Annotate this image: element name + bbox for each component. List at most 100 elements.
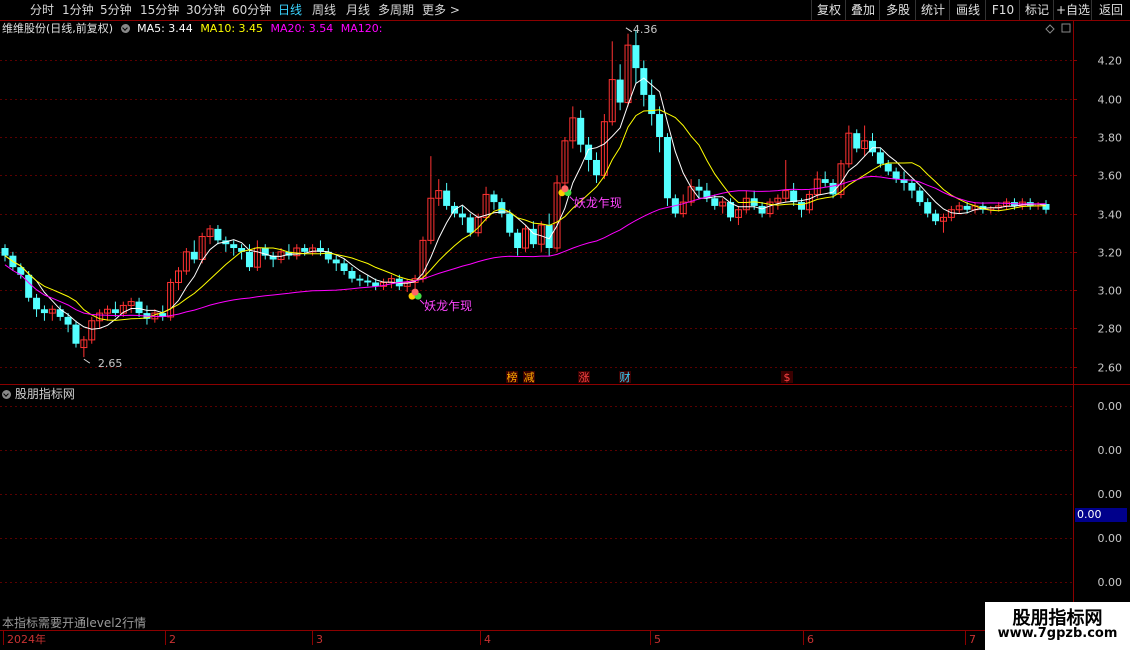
candle-body (198, 236, 206, 261)
period-tab-4[interactable]: 30分钟 (186, 2, 225, 18)
sub-y-tick-label: 0.00 (1098, 444, 1123, 457)
signal-arrow (569, 196, 575, 202)
toolbar-button-3[interactable]: 统计 (915, 0, 950, 20)
candle-body (632, 45, 640, 69)
period-tab-1[interactable]: 1分钟 (62, 2, 94, 18)
main-legend: 维维股份(日线,前复权) MA5: 3.44 MA10: 3.45 MA20: … (2, 22, 386, 36)
y-tick-label: 2.80 (1098, 323, 1123, 336)
candle-body (167, 281, 175, 318)
y-tick-label: 2.60 (1098, 362, 1123, 375)
candle-body (514, 232, 522, 249)
candle-body (813, 178, 821, 195)
candle-body (845, 132, 853, 165)
candle-body (395, 278, 403, 287)
period-tab-8[interactable]: 月线 (346, 2, 370, 18)
toolbar-button-6[interactable]: 标记 (1019, 0, 1054, 20)
toolbar-button-2[interactable]: 多股 (879, 0, 916, 20)
candle-body (545, 225, 553, 249)
candle-body (25, 274, 33, 298)
toolbar-button-8[interactable]: 返回 (1091, 0, 1130, 20)
candle-body (316, 248, 324, 252)
period-tab-5[interactable]: 60分钟 (232, 2, 271, 18)
candle-body (656, 114, 664, 138)
sub-y-tick-label: 0.00 (1098, 400, 1123, 413)
candle-body (466, 217, 474, 233)
period-tab-9[interactable]: 多周期 (378, 2, 414, 18)
candle-body (403, 281, 411, 287)
watermark-url: www.7gpzb.com (997, 626, 1118, 641)
candle-body (419, 239, 427, 280)
candle-body (285, 251, 293, 256)
period-tab-10[interactable]: 更多 > (422, 2, 460, 18)
candle-body (932, 213, 940, 222)
candle-body (955, 205, 963, 211)
dropdown-circle-icon[interactable] (120, 24, 130, 33)
candle-body (853, 133, 861, 149)
candle-body (1042, 204, 1050, 210)
signal-ball-icon (558, 189, 566, 197)
event-tag-bg (578, 371, 590, 383)
candle-body (64, 316, 72, 325)
y-tick-label: 3.00 (1098, 285, 1123, 298)
candle-body (261, 248, 269, 256)
toolbar-button-4[interactable]: 画线 (949, 0, 986, 20)
candle-body (782, 190, 790, 199)
candle-body (182, 251, 190, 272)
candle-body (324, 251, 332, 260)
scroll-box-icon (1061, 23, 1071, 33)
y-tick-label: 3.20 (1098, 247, 1123, 260)
high-pointer (625, 27, 633, 33)
candle-body (206, 228, 214, 238)
dropdown-circle-icon[interactable] (2, 390, 11, 399)
candle-body (474, 216, 482, 234)
ma20-value: MA20: 3.54 (270, 22, 334, 35)
candle-body (380, 281, 388, 287)
candle-body (1010, 202, 1018, 206)
period-tab-7[interactable]: 周线 (312, 2, 336, 18)
toolbar-button-7[interactable]: +自选 (1053, 0, 1092, 20)
event-tag: 财 (620, 370, 631, 384)
stock-title: 维维股份(日线,前复权) (2, 22, 114, 35)
sub-y-tick-label: 0.00 (1098, 532, 1123, 545)
signal-arrow (419, 299, 425, 305)
candle-body (1026, 202, 1034, 206)
period-tab-6[interactable]: 日线 (278, 2, 302, 18)
toolbar-button-0[interactable]: 复权 (811, 0, 846, 20)
candle-body (963, 205, 971, 210)
signal-ball-icon (564, 189, 572, 197)
candle-body (1003, 201, 1011, 207)
level2-notice: 本指标需要开通level2行情 (2, 616, 147, 630)
candle-body (498, 202, 506, 214)
candle-body (900, 179, 908, 183)
y-tick-label: 3.80 (1098, 132, 1123, 145)
candle-body (458, 213, 466, 218)
candlestick-chart[interactable]: 4.20 4.00 3.80 3.60 3.40 3.20 3.00 2.80 2.60 4.36… (0, 0, 1130, 650)
candle-body (971, 205, 979, 211)
candle-body (734, 209, 742, 218)
candle-body (80, 339, 88, 349)
candle-body (939, 216, 947, 222)
candle-body (561, 140, 569, 184)
candle-body (427, 197, 435, 241)
candle-body (837, 163, 845, 195)
toolbar-button-1[interactable]: 叠加 (845, 0, 880, 20)
y-tick-label: 4.20 (1098, 55, 1123, 68)
candle-body (947, 209, 955, 218)
candle-body (253, 247, 261, 268)
candle-body (585, 144, 593, 160)
candle-body (892, 171, 900, 180)
candle-body (687, 186, 695, 203)
candle-body (798, 202, 806, 210)
period-tab-3[interactable]: 15分钟 (140, 2, 179, 18)
candle-body (916, 190, 924, 203)
candle-body (293, 247, 301, 257)
candle-body (309, 247, 317, 253)
ma120-value: MA120: (340, 22, 383, 35)
candle-body (48, 308, 56, 314)
period-tab-0[interactable]: 分时 (30, 2, 54, 18)
toolbar-button-5[interactable]: F10 (985, 0, 1020, 20)
period-tab-2[interactable]: 5分钟 (100, 2, 132, 18)
candle-body (790, 190, 798, 203)
low-label: 2.65 (98, 357, 123, 370)
low-pointer (83, 358, 91, 364)
